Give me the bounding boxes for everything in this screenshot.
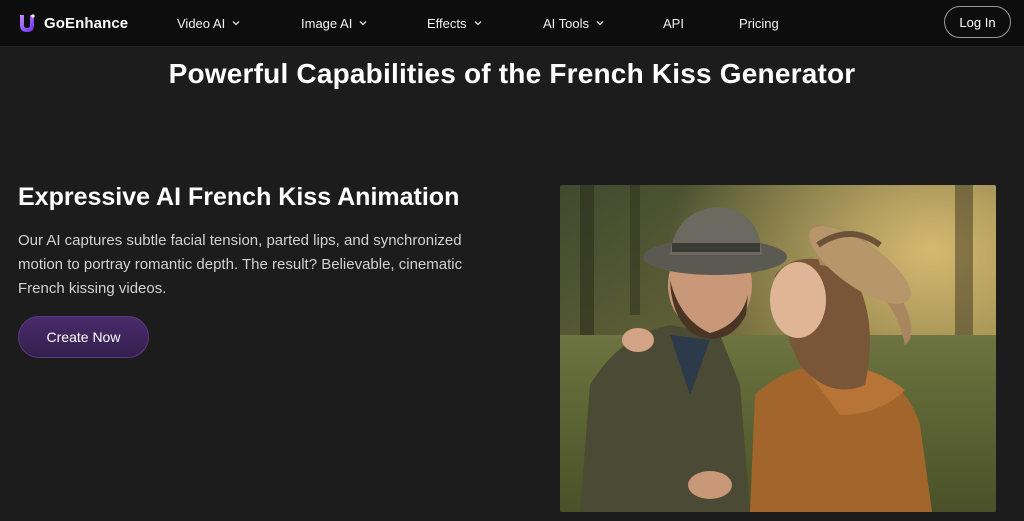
nav-item-label: AI Tools (543, 15, 590, 31)
top-navbar: GoEnhance Video AI Image AI Effects AI T… (0, 0, 1024, 47)
feature-description: Our AI captures subtle facial tension, p… (18, 232, 463, 297)
feature-heading: Expressive AI French Kiss Animation (18, 183, 460, 211)
chevron-down-icon (474, 21, 481, 26)
nav-item-label: Image AI (301, 15, 353, 31)
nav-item-image-ai[interactable]: Image AI (301, 14, 368, 32)
brand-name: GoEnhance (44, 14, 129, 32)
goenhance-logo-icon (20, 14, 35, 32)
nav-item-video-ai[interactable]: Video AI (177, 14, 241, 32)
create-now-button[interactable]: Create Now (18, 316, 149, 358)
nav-item-label: Video AI (177, 15, 226, 31)
login-button[interactable]: Log In (944, 6, 1011, 38)
nav-item-ai-tools[interactable]: AI Tools (543, 14, 605, 32)
chevron-down-icon (596, 21, 604, 26)
nav-item-label: API (663, 15, 684, 31)
nav-item-label: Effects (427, 15, 467, 31)
chevron-down-icon (359, 21, 367, 26)
feature-image (560, 185, 996, 512)
nav-item-label: Pricing (739, 15, 779, 31)
section-title: Powerful Capabilities of the French Kiss… (168, 58, 856, 89)
nav-item-effects[interactable]: Effects (427, 14, 483, 32)
brand-logo[interactable]: GoEnhance (16, 10, 128, 36)
nav-item-api[interactable]: API (663, 14, 684, 32)
couple-kissing-photo-icon (560, 185, 996, 512)
nav-item-pricing[interactable]: Pricing (739, 14, 779, 32)
chevron-down-icon (232, 21, 240, 26)
